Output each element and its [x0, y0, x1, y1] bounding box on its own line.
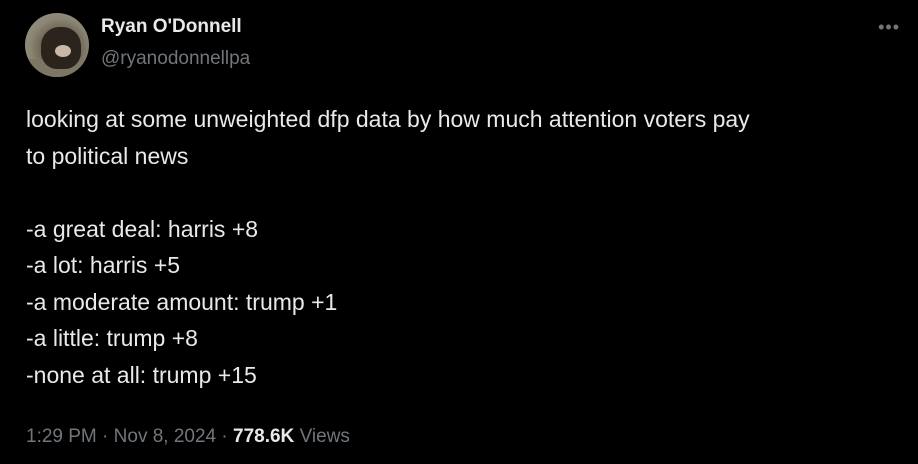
views-count[interactable]: 778.6K	[233, 426, 294, 447]
avatar[interactable]	[25, 13, 89, 77]
tweet-line: -a moderate amount: trump +1	[26, 288, 338, 315]
tweet-line: to political news	[26, 142, 189, 169]
tweet-line: -a lot: harris +5	[26, 252, 181, 278]
meta-separator: ·	[221, 426, 228, 447]
tweet-line: -a great deal: harris +8	[26, 215, 259, 242]
more-options-icon[interactable]: •••	[878, 18, 900, 36]
meta-separator: ·	[102, 426, 109, 447]
author-display-name[interactable]: Ryan O'Donnell	[101, 15, 242, 39]
tweet-date[interactable]: Nov 8, 2024	[114, 426, 216, 447]
tweet-line: -a little: trump +8	[26, 325, 198, 351]
tweet-card: Ryan O'Donnell @ryanodonnellpa ••• looki…	[0, 0, 918, 464]
tweet-line: -none at all: trump +15	[26, 361, 257, 388]
avatar-dog-mouth	[55, 45, 71, 57]
views-label: Views	[299, 426, 350, 447]
tweet-meta: 1:29 PM · Nov 8, 2024 · 778.6K Views	[26, 424, 350, 450]
tweet-time[interactable]: 1:29 PM	[26, 426, 97, 447]
tweet-text: looking at some unweighted dfp data by h…	[26, 101, 906, 393]
author-handle[interactable]: @ryanodonnellpa	[101, 47, 250, 71]
tweet-line: looking at some unweighted dfp data by h…	[26, 106, 750, 132]
